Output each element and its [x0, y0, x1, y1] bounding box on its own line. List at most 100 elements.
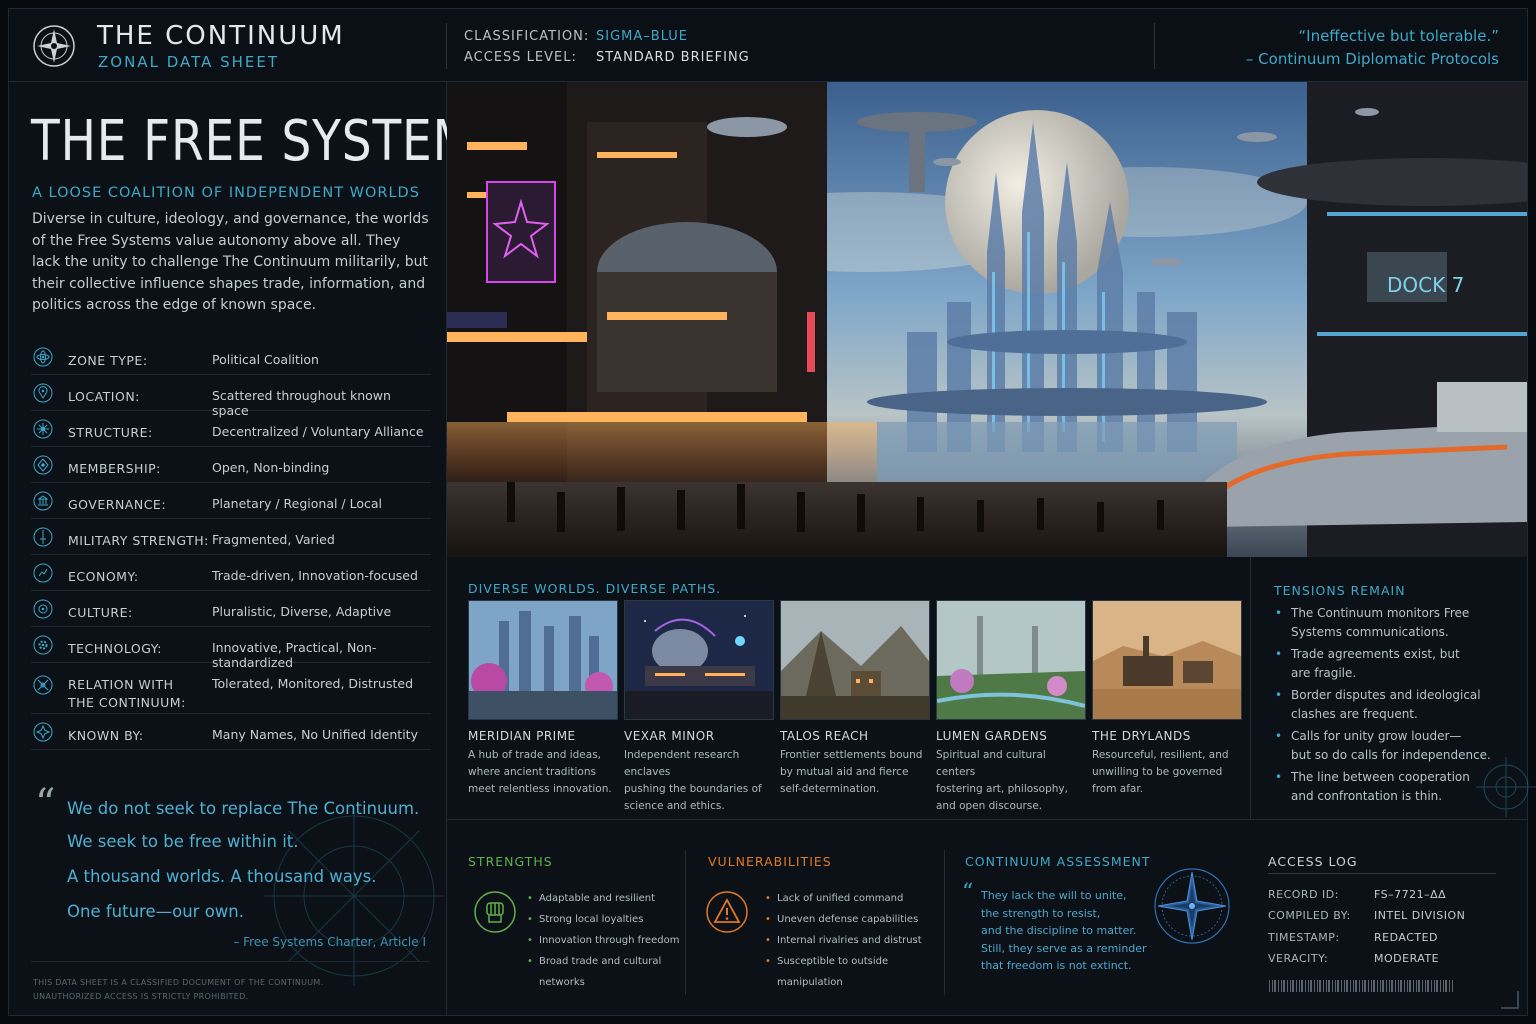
world-description: Spiritual and cultural centers fostering… — [936, 747, 1084, 815]
world-description-line: Frontier settlements bound — [780, 749, 923, 761]
fact-label: MEMBERSHIP: — [68, 461, 161, 476]
section-title: STRENGTHS — [468, 854, 553, 869]
access-value: STANDARD BRIEFING — [596, 50, 750, 65]
fact-row: LOCATION: Scattered throughout known spa… — [31, 375, 431, 418]
fact-label: KNOWN BY: — [68, 728, 144, 743]
world-image-vexar-minor — [624, 600, 774, 720]
quote-line: One future—our own. — [67, 902, 244, 921]
fact-row: KNOWN BY: Many Names, No Unified Identit… — [31, 714, 431, 750]
header: THE CONTINUUM ZONAL DATA SHEET CLASSIFIC… — [9, 9, 1527, 82]
atom-icon — [33, 347, 53, 367]
list-item-line: Calls for unity grow louder— — [1291, 729, 1462, 743]
world-name: VEXAR MINOR — [624, 729, 715, 743]
fact-row: TECHNOLOGY: Innovative, Practical, Non-s… — [31, 627, 431, 670]
fact-row: ECONOMY: Trade-driven, Innovation-focuse… — [31, 555, 431, 591]
divider — [31, 961, 429, 962]
assessment-section: CONTINUUM ASSESSMENT “ They lack the wil… — [944, 820, 1248, 985]
fact-label: STRUCTURE: — [68, 425, 153, 440]
world-card: TALOS REACH Frontier settlements bound b… — [780, 600, 930, 798]
tensions-section: TENSIONS REMAIN The Continuum monitors F… — [1251, 557, 1536, 819]
world-description-line: Resourceful, resilient, and — [1092, 749, 1229, 761]
list-item: Lack of unified command — [765, 888, 945, 909]
log-label: RECORD ID: — [1268, 888, 1339, 901]
fact-value: Pluralistic, Diverse, Adaptive — [212, 604, 392, 619]
governance-icon — [33, 491, 53, 511]
location-pin-icon — [33, 383, 53, 403]
log-value: FS–7721–ΔΔ — [1374, 888, 1447, 901]
world-description-line: and open discourse. — [936, 800, 1043, 812]
list-item: Susceptible to outside manipulation — [765, 951, 945, 993]
log-value: MODERATE — [1374, 952, 1440, 965]
header-divider — [446, 23, 447, 69]
header-quote: “Ineffective but tolerable.” – Continuum… — [1246, 25, 1499, 71]
list-item-line: The Continuum monitors Free — [1291, 606, 1470, 620]
fact-value: Planetary / Regional / Local — [212, 496, 383, 511]
gear-icon — [33, 635, 53, 655]
fact-row: MEMBERSHIP: Open, Non-binding — [31, 447, 431, 483]
quote-mark: “ — [35, 781, 56, 827]
list-item-line: but so do calls for independence. — [1291, 748, 1491, 762]
world-description-line: fostering art, philosophy, — [936, 783, 1068, 795]
header-quote-source: – Continuum Diplomatic Protocols — [1245, 50, 1499, 68]
section-title: CONTINUUM ASSESSMENT — [965, 854, 1151, 869]
log-label: COMPILED BY: — [1268, 909, 1351, 922]
quote-line: and the discipline to matter. — [981, 924, 1137, 937]
quote-line: the strength to resist, — [981, 906, 1101, 920]
fact-label: LOCATION: — [68, 389, 140, 404]
world-image-talos-reach — [780, 600, 930, 720]
list-item-line: Systems communications. — [1291, 625, 1449, 639]
list-item: Calls for unity grow louder— but so do ca… — [1273, 727, 1503, 765]
fact-value: Open, Non-binding — [212, 460, 330, 475]
worlds-section: DIVERSE WORLDS. DIVERSE PATHS. MERIDIAN … — [447, 557, 1251, 819]
list-item: Border disputes and ideological clashes a… — [1273, 686, 1503, 724]
list-item: Broad trade and cultural networks — [527, 951, 687, 993]
tensions-list: The Continuum monitors Free Systems commu… — [1273, 604, 1503, 809]
world-description: A hub of trade and ideas, where ancient … — [468, 747, 616, 798]
classification-label: CLASSIFICATION: — [464, 29, 590, 44]
fist-icon — [474, 891, 516, 933]
list-item: Internal rivalries and distrust — [765, 930, 945, 951]
section-title: DIVERSE WORLDS. DIVERSE PATHS. — [468, 581, 722, 596]
fact-value: Decentralized / Voluntary Alliance — [212, 424, 424, 439]
fact-row: RELATION WITH THE CONTINUUM: Tolerated, M… — [31, 663, 431, 714]
world-description: Frontier settlements bound by mutual aid… — [780, 747, 928, 798]
fact-list: ZONE TYPE: Political Coalition LOCATION:… — [31, 339, 431, 750]
world-name: TALOS REACH — [780, 729, 869, 743]
list-item: Trade agreements exist, but are fragile. — [1273, 645, 1503, 683]
members-icon — [33, 455, 53, 475]
divider — [1268, 873, 1496, 874]
fact-value: Many Names, No Unified Identity — [212, 727, 418, 742]
vulnerabilities-section: VULNERABILITIES Lack of unified command … — [687, 820, 945, 988]
world-description: Resourceful, resilient, and unwilling to… — [1092, 747, 1240, 798]
compass-emblem-icon — [1154, 868, 1230, 944]
list-item: Adaptable and resilient — [527, 888, 687, 909]
header-divider — [1154, 23, 1155, 69]
world-description-line: by mutual aid and fierce — [780, 766, 909, 778]
fact-label: ECONOMY: — [68, 569, 139, 584]
section-title: TENSIONS REMAIN — [1274, 583, 1406, 598]
star-icon — [33, 722, 53, 742]
list-item: The line between cooperation and confront… — [1273, 768, 1503, 806]
warning-icon — [706, 891, 748, 933]
fact-label: GOVERNANCE: — [68, 497, 167, 512]
world-description-line: self-determination. — [780, 783, 880, 795]
quote-mark: “ — [962, 880, 974, 905]
log-row: TIMESTAMP: REDACTED — [1268, 931, 1438, 944]
world-image-lumen-gardens — [936, 600, 1086, 720]
world-name: MERIDIAN PRIME — [468, 729, 576, 743]
list-item: The Continuum monitors Free Systems commu… — [1273, 604, 1503, 642]
world-description-line: Independent research enclaves — [624, 749, 740, 778]
world-card: MERIDIAN PRIME A hub of trade and ideas,… — [468, 600, 618, 798]
log-value: INTEL DIVISION — [1374, 909, 1466, 922]
access-log: ACCESS LOG RECORD ID: FS–7721–ΔΔ COMPILED… — [1259, 820, 1527, 1016]
list-item-line: are fragile. — [1291, 666, 1357, 680]
fact-label: CULTURE: — [68, 605, 133, 620]
list-item-line: and confrontation is thin. — [1291, 789, 1443, 803]
fact-label-line: THE CONTINUUM: — [68, 695, 186, 710]
log-row: RECORD ID: FS–7721–ΔΔ — [1268, 888, 1446, 901]
brand-title: THE CONTINUUM — [97, 21, 345, 51]
brand-subtitle: ZONAL DATA SHEET — [98, 53, 280, 71]
list-item-line: Trade agreements exist, but — [1291, 647, 1460, 661]
list-item: Innovation through freedom — [527, 930, 687, 951]
log-label: VERACITY: — [1268, 952, 1329, 965]
